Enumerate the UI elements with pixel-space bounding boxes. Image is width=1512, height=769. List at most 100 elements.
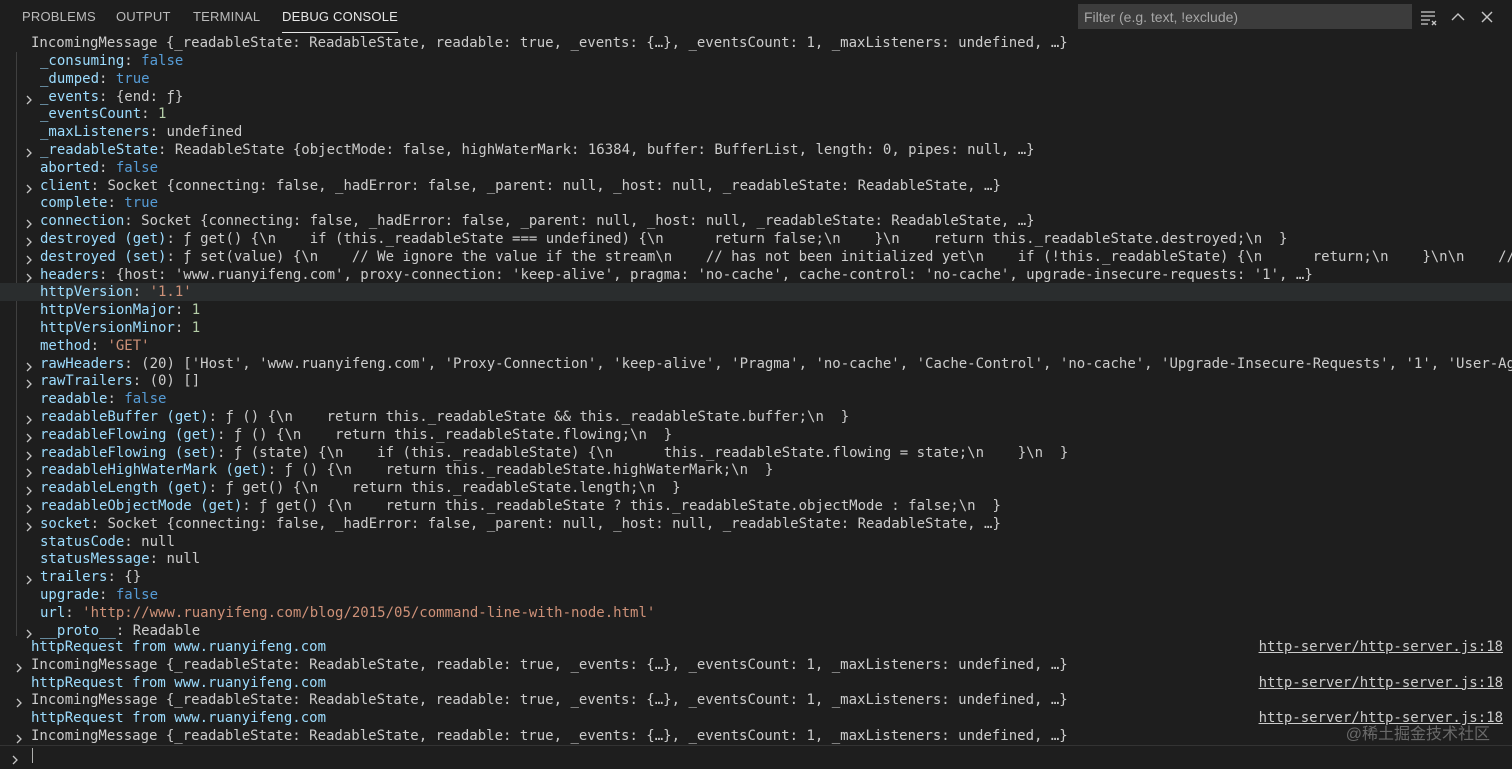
property-key: rawTrailers: [40, 373, 133, 390]
property-separator: :: [267, 462, 285, 479]
list-filter-icon[interactable]: [1419, 7, 1439, 27]
property-value: {host: 'www.ruanyifeng.com', proxy-conne…: [115, 266, 1313, 283]
property-row[interactable]: client: Socket {connecting: false, _hadE…: [0, 177, 1512, 195]
chevron-right-icon[interactable]: [24, 216, 34, 229]
tab-problems[interactable]: PROBLEMS: [22, 0, 96, 34]
tab-output[interactable]: OUTPUT: [116, 0, 171, 34]
object-summary: IncomingMessage {_readableState: Readabl…: [31, 728, 1068, 744]
property-key: readableFlowing (set): [40, 444, 218, 461]
property-separator: :: [132, 284, 150, 301]
chevron-right-icon[interactable]: [24, 234, 34, 247]
chevron-right-icon[interactable]: [24, 412, 34, 425]
property-row[interactable]: socket: Socket {connecting: false, _hadE…: [0, 515, 1512, 533]
property-separator: :: [65, 604, 83, 621]
log-message: httpRequest from www.ruanyifeng.com: [31, 674, 327, 691]
property-row[interactable]: readableBuffer (get): ƒ () {\n return th…: [0, 408, 1512, 426]
property-key: destroyed (set): [40, 248, 167, 265]
console-object-root[interactable]: IncomingMessage {_readableState: Readabl…: [0, 34, 1512, 52]
property-row[interactable]: aborted: false: [0, 159, 1512, 177]
property-key: httpVersion: [40, 284, 133, 301]
chevron-right-icon[interactable]: [24, 430, 34, 443]
chevron-right-icon[interactable]: [24, 572, 34, 585]
property-row[interactable]: statusMessage: null: [0, 550, 1512, 568]
property-separator: :: [158, 142, 175, 158]
source-link[interactable]: http-server/http-server.js:18: [1259, 674, 1503, 692]
console-input[interactable]: [0, 745, 1512, 765]
property-separator: :: [90, 177, 108, 194]
property-row[interactable]: readableObjectMode (get): ƒ get() {\n re…: [0, 497, 1512, 515]
property-row[interactable]: url: 'http://www.ruanyifeng.com/blog/201…: [0, 604, 1512, 622]
chevron-right-icon[interactable]: [24, 252, 34, 265]
console-object-collapsed[interactable]: IncomingMessage {_readableState: Readabl…: [0, 727, 1512, 745]
property-row[interactable]: _readableState: ReadableState {objectMod…: [0, 141, 1512, 159]
chevron-right-icon[interactable]: [24, 519, 34, 532]
property-row[interactable]: headers: {host: 'www.ruanyifeng.com', pr…: [0, 266, 1512, 284]
property-row[interactable]: destroyed (set): ƒ set(value) {\n // We …: [0, 248, 1512, 266]
property-value: ƒ get() {\n return this._readableState ?…: [259, 498, 1001, 514]
property-row[interactable]: trailers: {}: [0, 568, 1512, 586]
property-row[interactable]: readable: false: [0, 390, 1512, 408]
tab-debug-console[interactable]: DEBUG CONSOLE: [282, 0, 399, 34]
property-row[interactable]: statusCode: null: [0, 533, 1512, 551]
property-value: ƒ () {\n return this._readableState.flow…: [233, 426, 673, 443]
chevron-right-icon[interactable]: [24, 448, 34, 461]
property-value: false: [124, 391, 167, 408]
chevron-right-icon[interactable]: [24, 92, 34, 105]
property-row[interactable]: _maxListeners: undefined: [0, 123, 1512, 141]
chevron-right-icon[interactable]: [24, 359, 34, 372]
panel-tab-bar: PROBLEMS OUTPUT TERMINAL DEBUG CONSOLE: [0, 0, 1512, 34]
property-row[interactable]: httpVersionMinor: 1: [0, 319, 1512, 337]
property-row[interactable]: rawTrailers: (0) []: [0, 372, 1512, 390]
property-row[interactable]: _dumped: true: [0, 70, 1512, 88]
property-row[interactable]: destroyed (get): ƒ get() {\n if (this._r…: [0, 230, 1512, 248]
chevron-right-icon[interactable]: [24, 181, 34, 194]
chevron-right-icon[interactable]: [24, 465, 34, 478]
chevron-right-icon[interactable]: [24, 270, 34, 283]
chevron-right-icon[interactable]: [14, 695, 24, 708]
property-row[interactable]: readableFlowing (set): ƒ (state) {\n if …: [0, 444, 1512, 462]
property-row[interactable]: connection: Socket {connecting: false, _…: [0, 212, 1512, 230]
text-cursor: [32, 748, 33, 763]
property-row[interactable]: _events: {end: ƒ}: [0, 88, 1512, 106]
chevron-right-icon[interactable]: [24, 483, 34, 496]
filter-input[interactable]: [1078, 4, 1412, 29]
chevron-right-icon[interactable]: [14, 660, 24, 673]
chevron-right-icon[interactable]: [14, 731, 24, 744]
property-row[interactable]: upgrade: false: [0, 586, 1512, 604]
console-object-collapsed[interactable]: IncomingMessage {_readableState: Readabl…: [0, 656, 1512, 674]
property-row[interactable]: httpVersion: '1.1': [0, 283, 1512, 302]
property-key: client: [40, 177, 91, 194]
property-value: Readable: [132, 622, 201, 639]
property-separator: :: [208, 409, 226, 425]
property-key: statusMessage: [40, 551, 150, 568]
chevron-down-icon[interactable]: [13, 38, 23, 48]
property-row[interactable]: method: 'GET': [0, 337, 1512, 355]
chevron-right-icon[interactable]: [24, 501, 34, 514]
property-separator: :: [174, 320, 192, 336]
property-row[interactable]: rawHeaders: (20) ['Host', 'www.ruanyifen…: [0, 355, 1512, 373]
chevron-up-icon[interactable]: [1448, 7, 1468, 27]
property-value: (0) []: [149, 373, 201, 390]
console-object-collapsed[interactable]: IncomingMessage {_readableState: Readabl…: [0, 691, 1512, 709]
chevron-right-icon[interactable]: [24, 626, 34, 639]
tab-terminal[interactable]: TERMINAL: [193, 0, 260, 34]
debug-console-output[interactable]: IncomingMessage {_readableState: Readabl…: [0, 34, 1512, 745]
property-row[interactable]: readableLength (get): ƒ get() {\n return…: [0, 479, 1512, 497]
property-row[interactable]: _consuming: false: [0, 52, 1512, 70]
source-link[interactable]: http-server/http-server.js:18: [1259, 638, 1503, 656]
property-separator: :: [124, 53, 142, 69]
property-row[interactable]: __proto__: Readable: [0, 622, 1512, 640]
property-key: complete: [40, 195, 108, 212]
property-value: {end: ƒ}: [115, 88, 184, 105]
property-row[interactable]: readableHighWaterMark (get): ƒ () {\n re…: [0, 461, 1512, 479]
property-row[interactable]: readableFlowing (get): ƒ () {\n return t…: [0, 426, 1512, 444]
property-row[interactable]: _eventsCount: 1: [0, 105, 1512, 123]
property-key: _readableState: [40, 142, 159, 158]
close-icon[interactable]: [1477, 7, 1497, 27]
chevron-right-icon[interactable]: [24, 376, 34, 389]
property-row[interactable]: complete: true: [0, 194, 1512, 212]
property-value: ƒ set(value) {\n // We ignore the value …: [183, 248, 1512, 265]
chevron-right-icon[interactable]: [24, 145, 34, 158]
property-row[interactable]: httpVersionMajor: 1: [0, 301, 1512, 319]
property-value: 1: [191, 302, 201, 319]
